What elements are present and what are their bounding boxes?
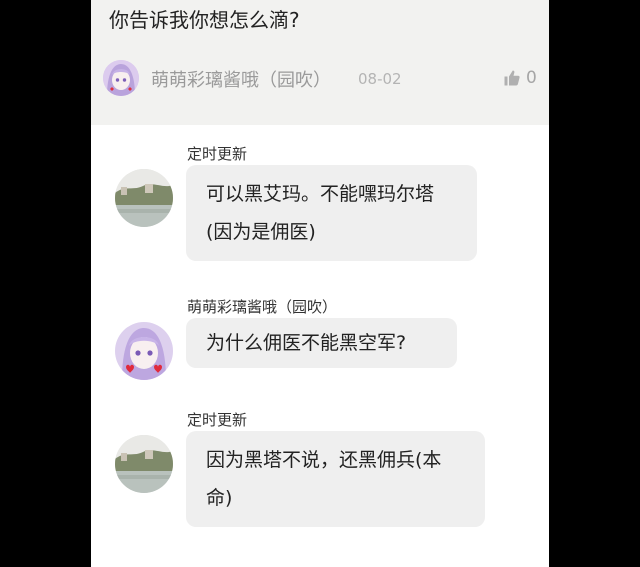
main-comment-card: 你告诉我你想怎么滴? 萌萌彩璃酱哦（园吹） 08-02 0 xyxy=(91,0,549,125)
reply-avatar[interactable] xyxy=(115,435,173,493)
comment-panel: 你告诉我你想怎么滴? 萌萌彩璃酱哦（园吹） 08-02 0 定时更新 可以黑艾玛… xyxy=(91,0,549,567)
like-button[interactable]: 0 xyxy=(503,66,537,90)
reply-bubble: 为什么佣医不能黑空军? xyxy=(186,318,457,368)
reply-avatar[interactable] xyxy=(115,169,173,227)
reply-bubble: 可以黑艾玛。不能嘿玛尔塔(因为是佣医) xyxy=(186,165,477,261)
reply-bubble: 因为黑塔不说，还黑佣兵(本命) xyxy=(186,431,485,527)
anime-girl-avatar-icon xyxy=(115,322,173,380)
reply-username[interactable]: 萌萌彩璃酱哦（园吹） xyxy=(187,296,337,317)
reply-username[interactable]: 定时更新 xyxy=(187,409,247,430)
reply-avatar[interactable] xyxy=(115,322,173,380)
landscape-avatar-icon xyxy=(115,435,173,493)
author-avatar[interactable] xyxy=(103,60,139,96)
like-count: 0 xyxy=(526,68,537,88)
comment-date: 08-02 xyxy=(358,70,402,88)
author-name[interactable]: 萌萌彩璃酱哦（园吹） xyxy=(151,66,331,92)
anime-girl-avatar-icon xyxy=(103,60,139,96)
comment-text: 你告诉我你想怎么滴? xyxy=(109,8,300,32)
reply-username[interactable]: 定时更新 xyxy=(187,143,247,164)
landscape-avatar-icon xyxy=(115,169,173,227)
thumbs-up-icon xyxy=(504,70,520,86)
